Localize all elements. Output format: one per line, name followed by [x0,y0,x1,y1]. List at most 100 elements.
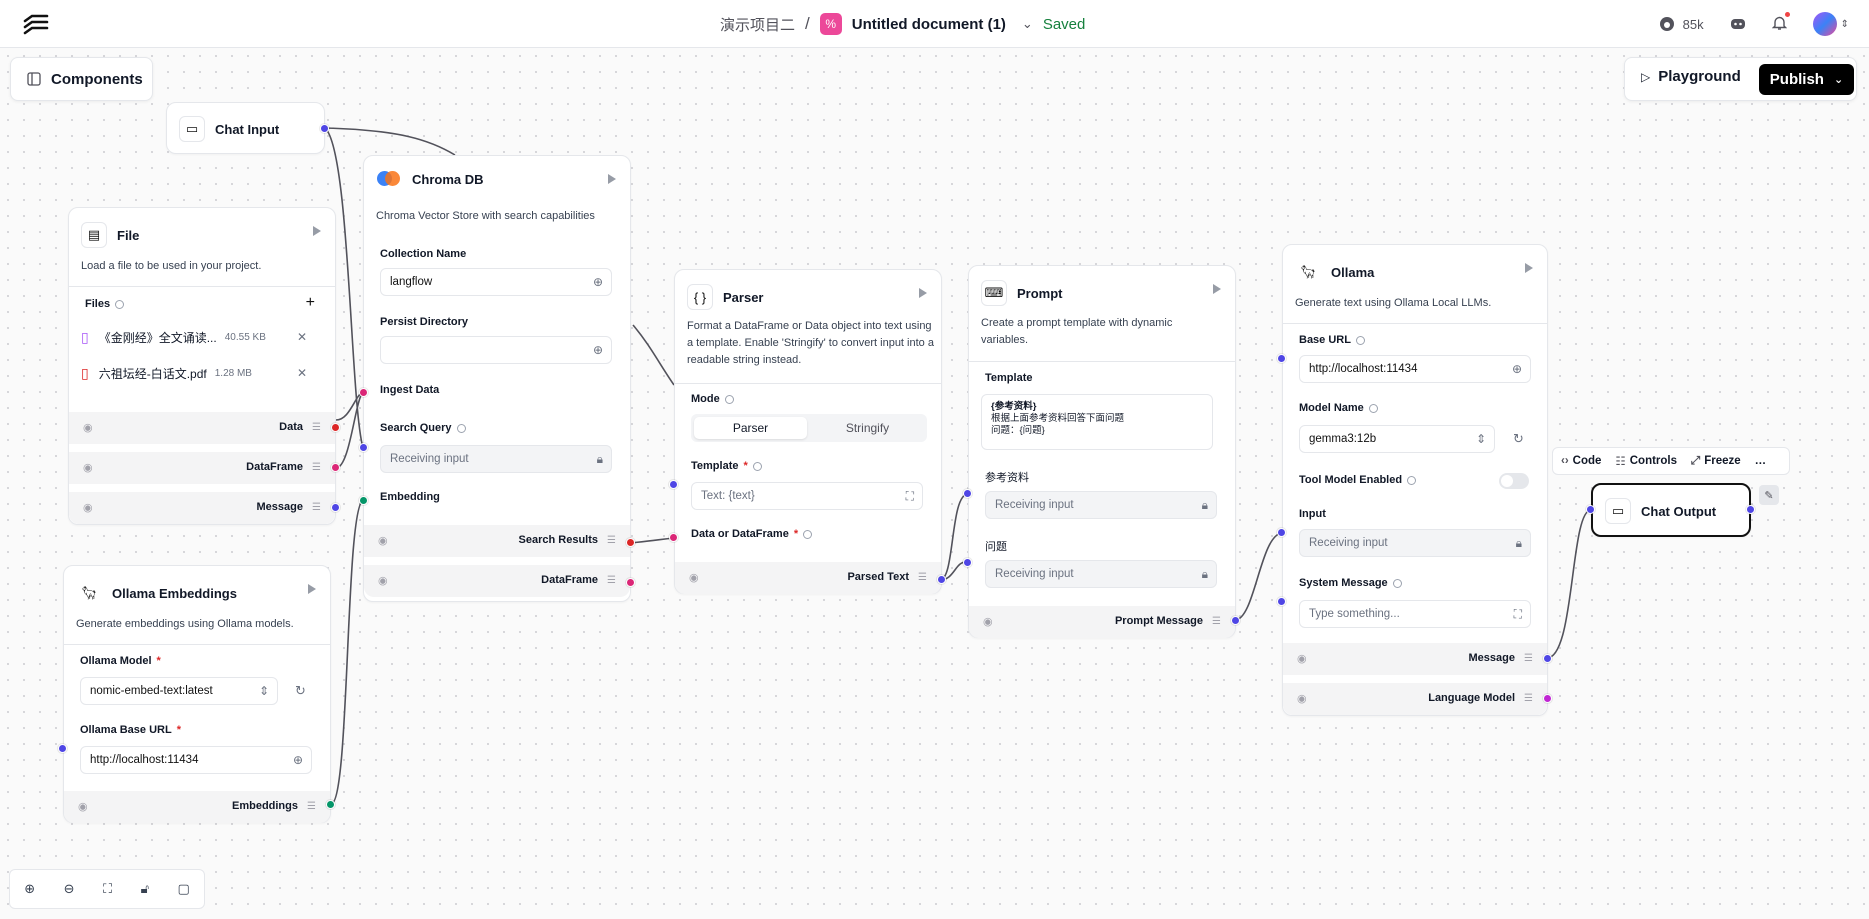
list-icon[interactable]: ☰ [918,572,927,583]
prompt-ref-handle[interactable] [963,489,972,498]
chat-output-input-handle[interactable] [1586,505,1595,514]
info-icon[interactable] [115,299,125,309]
persist-directory-input[interactable]: ⊕ [380,336,612,364]
node-ollama[interactable]: 🦙︎ Ollama Generate text using Ollama Loc… [1282,244,1548,716]
chevron-down-icon[interactable]: ⌄ [1022,16,1033,32]
notifications-button[interactable] [1771,11,1790,34]
add-file-icon[interactable]: + [306,294,315,312]
list-icon[interactable]: ☰ [312,502,321,513]
ollama-base-url-input[interactable]: http://localhost:11434 ⊕ [80,746,312,774]
chroma-search-results-handle[interactable] [626,538,635,547]
file-data-handle[interactable] [331,423,340,432]
eye-icon[interactable]: ◉ [83,501,97,515]
prompt-output-handle[interactable] [1231,616,1240,625]
ollama-system-handle[interactable] [1277,597,1286,606]
file-item[interactable]: ▯ 《金刚经》全文诵读... 40.55 KB ✕ [81,327,323,347]
eye-icon[interactable]: ◉ [1297,692,1311,706]
ollama-message-handle[interactable] [1543,654,1552,663]
document-title[interactable]: Untitled document (1) [852,16,1006,33]
prompt-template-field[interactable]: {参考资料} 根据上面参考资料回答下面问题 问题：{问题} [981,394,1213,450]
discord-icon[interactable] [1730,17,1746,31]
eye-icon[interactable]: ◉ [1297,652,1311,666]
run-icon[interactable] [308,584,316,594]
chroma-search-handle[interactable] [359,443,368,452]
eye-icon[interactable]: ◉ [83,421,97,435]
chat-input-output-handle[interactable] [320,124,329,133]
list-icon[interactable]: ☰ [307,801,316,812]
chat-output-output-handle[interactable] [1746,505,1755,514]
mode-stringify-option[interactable]: Stringify [811,417,924,439]
edit-icon[interactable]: ✎ [1759,485,1779,505]
collection-name-input[interactable]: langflow ⊕ [380,268,612,296]
expand-icon[interactable]: ⛶ [1514,607,1522,622]
fit-view-icon[interactable]: ⛶ [103,881,112,897]
list-icon[interactable]: ☰ [312,422,321,433]
playground-button[interactable]: ▷ Playground [1641,68,1741,85]
ollama-embeddings-output-handle[interactable] [326,800,335,809]
file-message-handle[interactable] [331,503,340,512]
ollama-model-select[interactable]: nomic-embed-text:latest ⇕ [80,677,278,705]
list-icon[interactable]: ☰ [1524,653,1533,664]
ollama-language-model-handle[interactable] [1543,694,1552,703]
info-icon[interactable] [724,394,734,404]
list-icon[interactable]: ☰ [312,462,321,473]
components-button[interactable]: Components [10,57,153,101]
list-icon[interactable]: ☰ [1524,693,1533,704]
eye-icon[interactable]: ◉ [378,534,392,548]
code-button[interactable]: ‹› Code [1561,455,1601,467]
eye-icon[interactable]: ◉ [983,615,997,629]
project-name[interactable]: 演示项目二 [720,14,795,35]
mode-parser-option[interactable]: Parser [694,417,807,439]
publish-button[interactable]: Publish ⌄ [1759,64,1854,95]
expand-icon[interactable]: ⛶ [906,489,914,504]
system-message-input[interactable]: Type something... ⛶ [1299,600,1531,628]
run-icon[interactable] [608,174,616,184]
chroma-ingest-handle[interactable] [359,388,368,397]
controls-button[interactable]: ☷ Controls [1615,454,1677,468]
globe-icon[interactable]: ⊕ [293,753,303,767]
node-file[interactable]: ▤ File Load a file to be used in your pr… [68,207,336,525]
zoom-out-icon[interactable]: ⊖ [64,881,75,897]
run-icon[interactable] [1213,284,1221,294]
ollama-input-handle[interactable] [1277,528,1286,537]
user-menu[interactable]: ⇕ [1812,12,1849,36]
globe-icon[interactable]: ⊕ [1512,362,1522,376]
ollama-base-url-handle[interactable] [1277,354,1286,363]
file-item[interactable]: ▯ 六祖坛经-白话文.pdf 1.28 MB ✕ [81,363,323,383]
more-button[interactable]: … [1755,455,1767,467]
eye-icon[interactable]: ◉ [83,461,97,475]
node-prompt[interactable]: ⌨ Prompt Create a prompt template with d… [968,265,1236,638]
lock-icon[interactable]: 🔓︎ [141,881,149,897]
app-logo-icon[interactable] [22,13,50,35]
freeze-button[interactable]: ⤢ Freeze [1691,455,1741,468]
info-icon[interactable] [456,423,466,433]
parser-template-handle[interactable] [669,480,678,489]
info-icon[interactable] [752,461,762,471]
file-dataframe-handle[interactable] [331,463,340,472]
remove-file-icon[interactable]: ✕ [297,366,307,380]
refresh-icon[interactable]: ↻ [1513,431,1524,447]
list-icon[interactable]: ☰ [1212,616,1221,627]
list-icon[interactable]: ☰ [607,575,616,586]
chroma-embedding-handle[interactable] [359,496,368,505]
ollama-embeddings-base-url-handle[interactable] [58,744,67,753]
info-icon[interactable] [1407,475,1417,485]
sticky-note-icon[interactable]: ▢ [177,881,189,897]
run-icon[interactable] [919,288,927,298]
run-icon[interactable] [313,226,321,236]
tool-model-toggle[interactable] [1499,473,1529,489]
info-icon[interactable] [803,529,813,539]
info-icon[interactable] [1355,335,1365,345]
run-icon[interactable] [1525,263,1533,273]
node-parser[interactable]: { } Parser Format a DataFrame or Data ob… [674,269,942,594]
info-icon[interactable] [1392,578,1402,588]
node-chroma-db[interactable]: Chroma DB Chroma Vector Store with searc… [363,155,631,602]
eye-icon[interactable]: ◉ [78,800,92,814]
eye-icon[interactable]: ◉ [689,571,703,585]
node-chat-input[interactable]: ▭ Chat Input [166,102,325,154]
model-name-select[interactable]: gemma3:12b ⇕ [1299,425,1495,453]
parser-output-handle[interactable] [937,575,946,584]
github-link[interactable]: 85k [1659,16,1704,32]
node-ollama-embeddings[interactable]: 🦙︎ Ollama Embeddings Generate embeddings… [63,565,331,823]
template-input[interactable]: Text: {text} ⛶ [691,482,923,510]
